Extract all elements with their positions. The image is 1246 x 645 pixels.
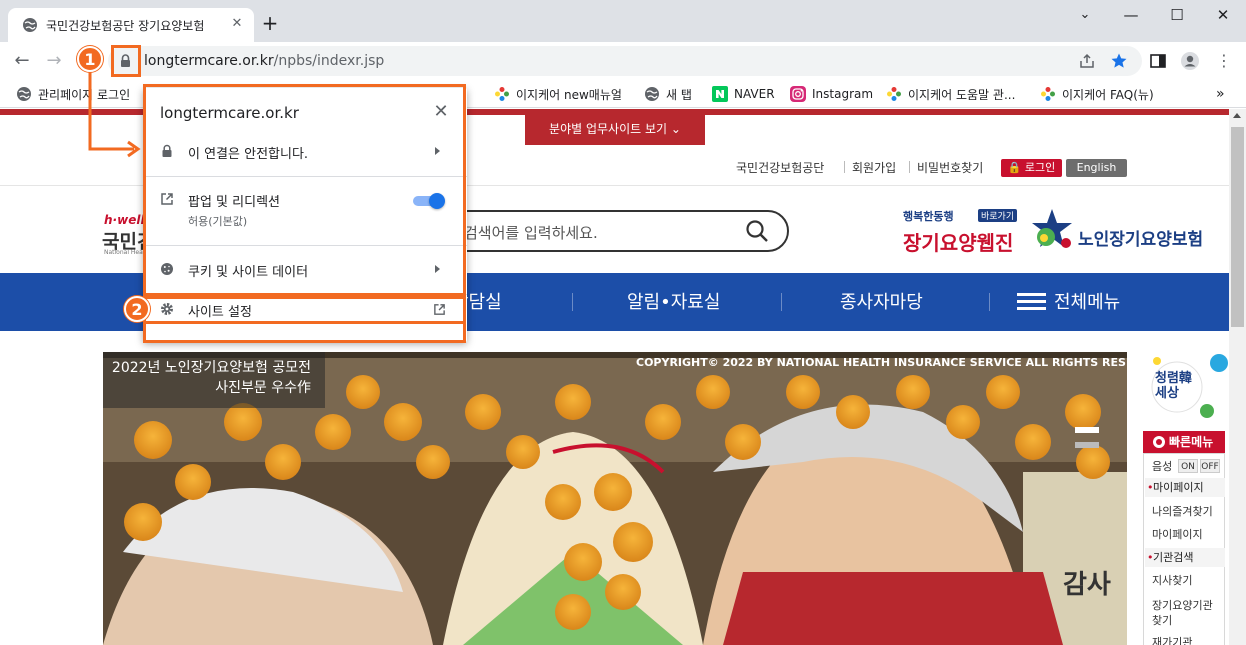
util-separator [909, 161, 910, 173]
gnb-separator [572, 293, 573, 311]
annotation-box-popup [143, 84, 466, 296]
bookmark-star-icon[interactable] [1110, 52, 1128, 70]
browser-titlebar: 국민건강보험공단 장기요양보험 ✕ + ⌄ — ☐ ✕ [0, 0, 1246, 42]
voice-on-button[interactable]: ON [1178, 459, 1198, 473]
instagram-icon [790, 86, 806, 102]
carousel-indicator[interactable] [1075, 442, 1099, 448]
tab-close-icon[interactable]: ✕ [228, 15, 246, 33]
site-logo-english: National Hea [104, 249, 143, 256]
site-logo-small: h·well [104, 213, 145, 227]
quick-link-favorites[interactable]: 나의즐겨찾기 [1152, 503, 1213, 519]
dept-sites-button[interactable]: 분야별 업무사이트 보기 ⌄ [525, 115, 705, 145]
annotation-badge-1: 1 [77, 46, 103, 72]
gnb-item-notice[interactable]: 알림•자료실 [627, 288, 720, 314]
annotation-box-lower [143, 324, 466, 343]
quick-link-branch[interactable]: 지사찾기 [1152, 572, 1192, 588]
bookmark-item[interactable]: Instagram [790, 85, 873, 103]
gnb-separator [989, 293, 990, 311]
globe-icon [23, 18, 37, 32]
close-window-button[interactable]: ✕ [1200, 0, 1246, 32]
scrollbar-thumb[interactable] [1231, 127, 1244, 327]
kebab-menu-icon[interactable]: ⋮ [1214, 51, 1234, 71]
quick-link-mypage[interactable]: 마이페이지 [1152, 526, 1203, 542]
hero-carousel[interactable]: 2022년 노인장기요양보험 공모전 사진부문 우수作 COPYRIGHT© 2… [103, 352, 1127, 645]
gnb-separator [781, 293, 782, 311]
util-separator [844, 161, 845, 173]
webzine-go[interactable]: 바로가기 [978, 209, 1018, 222]
chevron-down-icon: ⌄ [670, 122, 681, 136]
quick-side-panel: 청렴韓세상 빠른메뉴 음성 ON OFF 마이페이지 나의즐겨찾기 마이페이지 … [1143, 109, 1229, 645]
gnb-item-workers[interactable]: 종사자마당 [840, 288, 923, 314]
scroll-up-arrow-icon[interactable] [1233, 113, 1241, 118]
pinwheel-icon [495, 87, 509, 101]
integrity-badge-text: 청렴韓세상 [1155, 371, 1192, 401]
maximize-button[interactable]: ☐ [1154, 0, 1200, 32]
back-arrow-icon[interactable]: ← [12, 51, 32, 71]
new-tab-button[interactable]: + [260, 13, 280, 33]
profile-avatar-icon[interactable] [1180, 51, 1200, 71]
site-search-box[interactable]: 검색어를 입력하세요. [440, 210, 789, 252]
search-placeholder: 검색어를 입력하세요. [464, 224, 598, 242]
bookmark-item[interactable]: 이지케어 new매뉴얼 [494, 85, 622, 103]
quick-link-facility[interactable]: 장기요양기관 [1152, 597, 1213, 613]
more-bookmarks-button[interactable]: » [1216, 85, 1225, 103]
quick-link-facility-2[interactable]: 찾기 [1152, 612, 1172, 628]
forward-arrow-icon[interactable]: → [44, 51, 64, 71]
browser-toolbar: ← → ↻ longtermcare.or.kr/npbs/indexr.jsp… [0, 42, 1246, 80]
login-button[interactable]: 🔒 로그인 [1001, 159, 1062, 177]
minimize-button[interactable]: — [1108, 0, 1154, 32]
util-link-find-password[interactable]: 비밀번호찾기 [917, 159, 983, 176]
hero-caption: 2022년 노인장기요양보험 공모전 사진부문 우수作 [103, 352, 325, 408]
share-icon[interactable] [1078, 52, 1096, 70]
tab-title: 국민건강보험공단 장기요양보험 [46, 19, 205, 33]
ltc-insurance-logo-icon [1032, 209, 1072, 248]
util-link-nhis[interactable]: 국민건강보험공단 [736, 159, 824, 176]
quick-menu-box: 음성 ON OFF 마이페이지 나의즐겨찾기 마이페이지 기관검색 지사찾기 장… [1143, 453, 1225, 645]
hero-copyright: COPYRIGHT© 2022 BY NATIONAL HEALTH INSUR… [636, 356, 1127, 369]
hero-sign-text: 감사 [1063, 570, 1111, 600]
webzine-tag: 행복한동행 [903, 210, 954, 223]
voice-label: 음성 [1152, 460, 1173, 473]
address-bar[interactable]: longtermcare.or.kr/npbs/indexr.jsp [108, 46, 1142, 76]
bookmark-item[interactable]: 이지케어 FAQ(뉴) [1040, 85, 1154, 103]
carousel-indicator[interactable] [1075, 427, 1099, 433]
url-text: longtermcare.or.kr/npbs/indexr.jsp [144, 53, 385, 69]
bookmark-item[interactable]: NAVER [712, 85, 775, 103]
tab-search-chevron-icon[interactable]: ⌄ [1062, 0, 1108, 32]
quick-link-homecare[interactable]: 재가기관 [1152, 634, 1192, 645]
util-link-signup[interactable]: 회원가입 [852, 159, 896, 176]
annotation-box-site-settings [143, 296, 466, 324]
pinwheel-icon [1041, 87, 1055, 101]
english-button[interactable]: English [1066, 159, 1127, 177]
annotation-badge-2: 2 [124, 296, 150, 322]
webzine-link[interactable]: 장기요양웹진 [903, 227, 1013, 256]
annotation-arrow-icon [88, 72, 141, 158]
gnb-item-all-menu[interactable]: 전체메뉴 [1054, 288, 1120, 314]
pinwheel-icon [887, 87, 901, 101]
naver-icon [712, 86, 728, 102]
quick-section-mypage: 마이페이지 [1145, 478, 1225, 497]
hamburger-menu-icon[interactable] [1017, 293, 1046, 311]
browser-tab[interactable]: 국민건강보험공단 장기요양보험 ✕ [8, 8, 254, 42]
bookmark-item[interactable]: 새 탭 [644, 85, 692, 103]
voice-off-button[interactable]: OFF [1200, 459, 1220, 473]
bookmark-item[interactable]: 이지케어 도움말 관... [886, 85, 1015, 103]
side-panel-icon[interactable] [1148, 51, 1168, 71]
globe-icon [17, 87, 31, 101]
search-icon[interactable] [744, 218, 770, 244]
chat-bubble-icon [1153, 436, 1165, 448]
globe-icon [645, 87, 659, 101]
quick-section-search: 기관검색 [1145, 548, 1225, 567]
